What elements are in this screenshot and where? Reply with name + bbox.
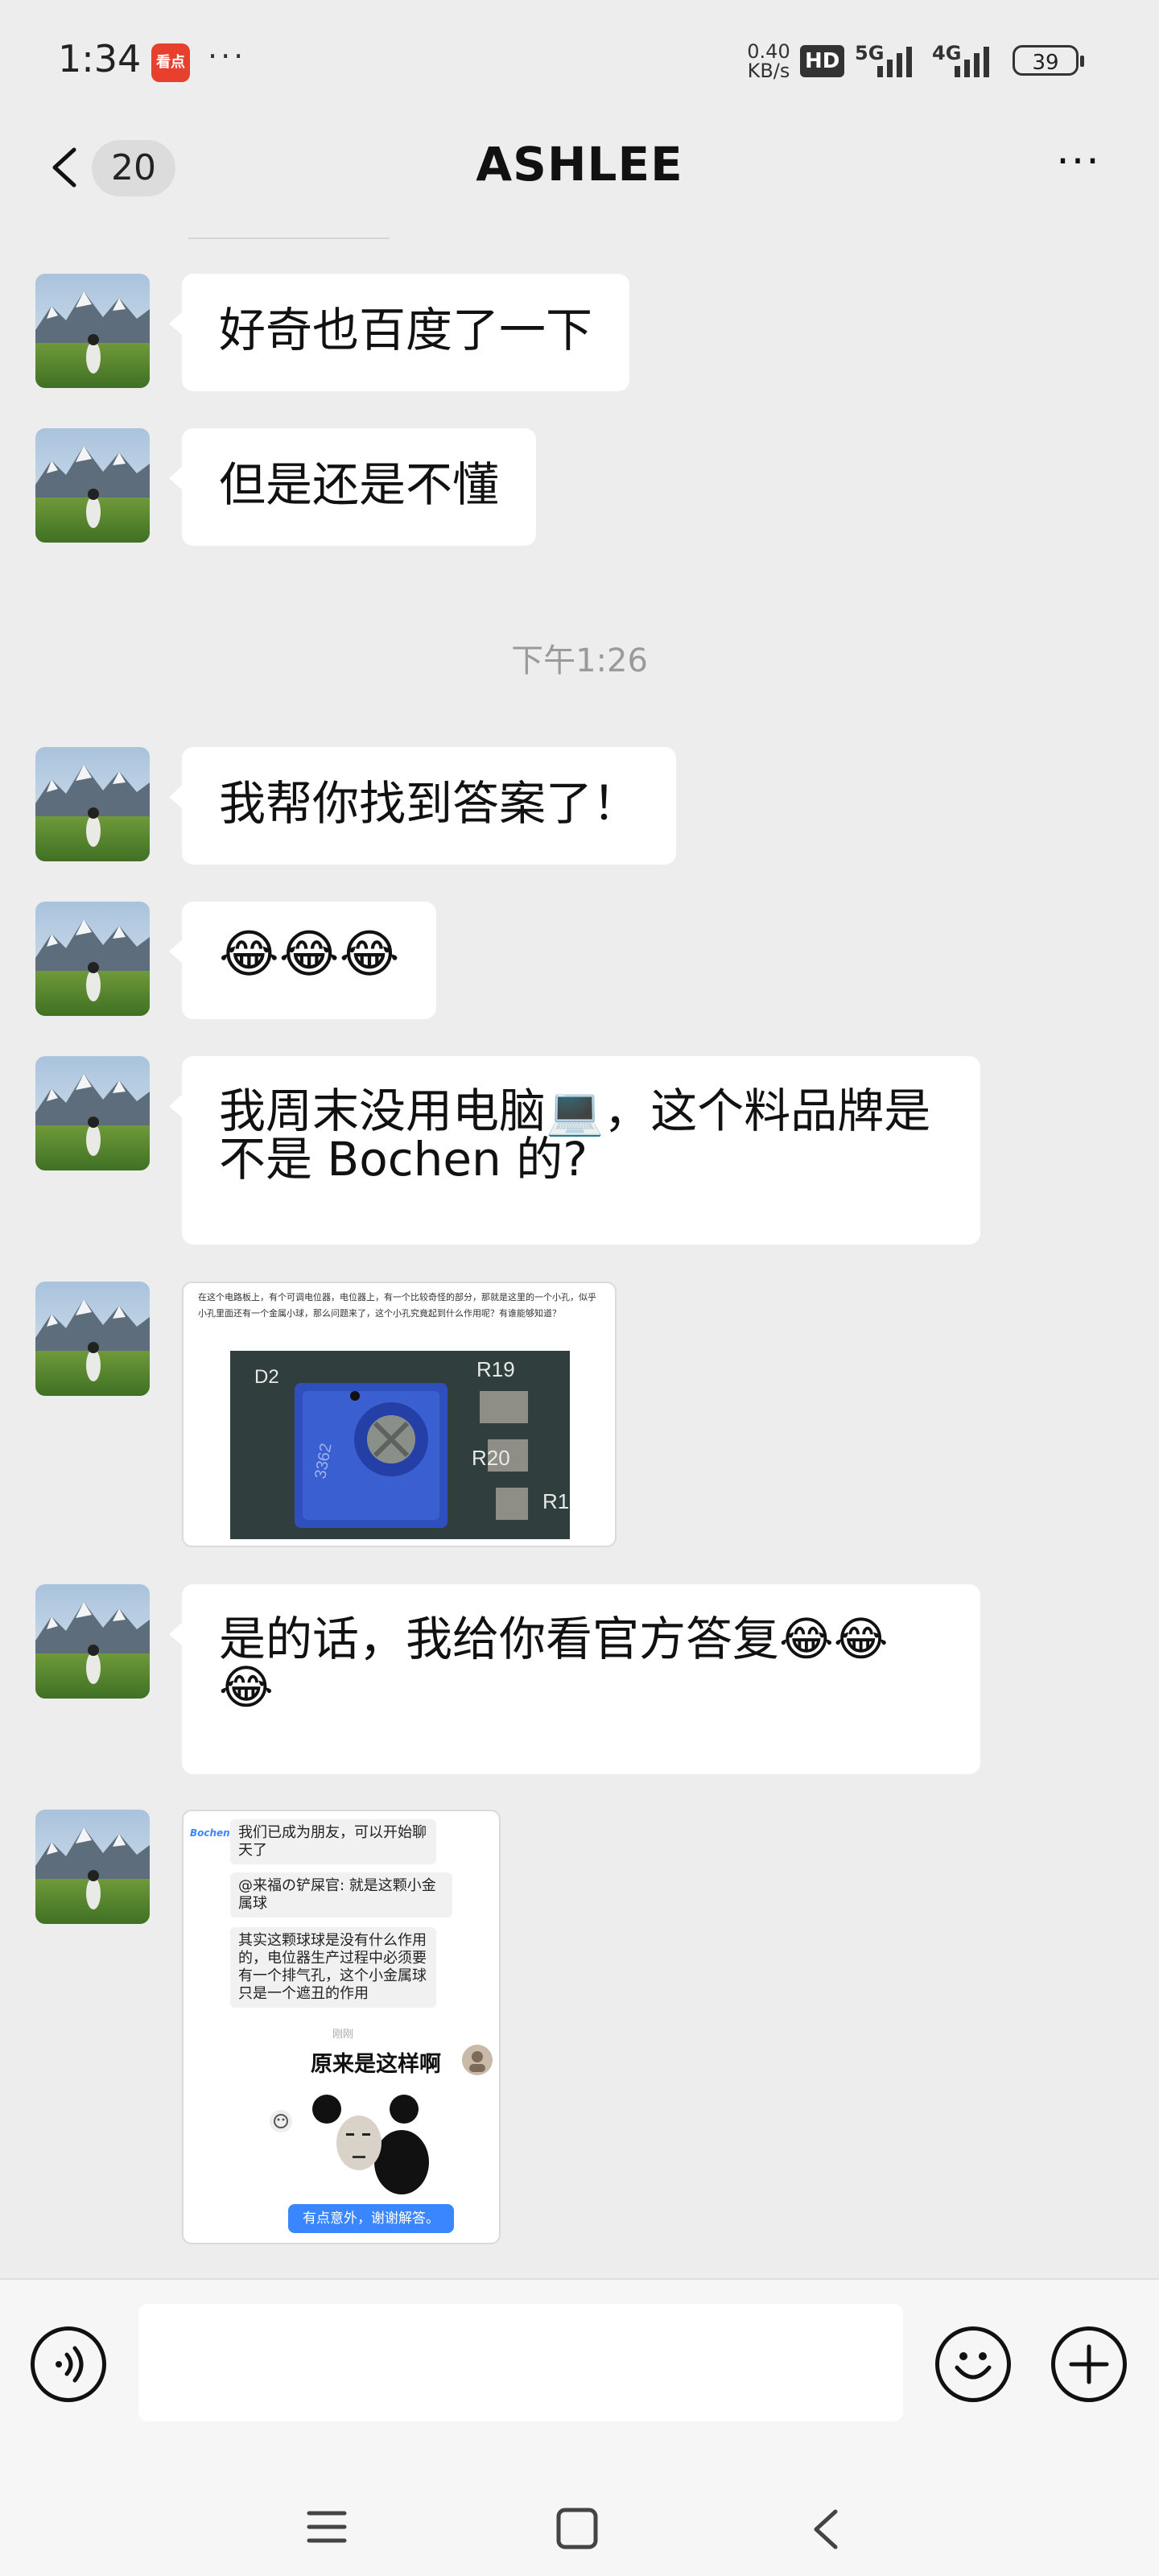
image-message[interactable]: 在这个电路板上，有个可调电位器，电位器上，有一个比较奇怪的部分，那就是这里的一个… [182,1282,617,1547]
menu-nav-icon[interactable] [306,2508,348,2545]
emoji-text: 😂😂😂 [219,925,400,985]
pcb-label-r20: R20 [472,1446,510,1470]
emoji-icon[interactable] [935,2326,1011,2402]
panda-meme-sticker [312,2095,429,2194]
message-text-line: 是的话，我给你看官方答复😂😂 [219,1612,889,1666]
user-avatar-icon [462,2045,493,2075]
message-bubble[interactable]: 但是还是不懂 [168,428,537,546]
contact-avatar[interactable] [35,428,150,543]
message-text: 我帮你找到答案了！ [219,776,640,831]
signal-4g-icon [955,43,989,77]
message-text: 好奇也百度了一下 [219,303,593,357]
chat-title: ASHLEE [476,137,683,192]
voice-icon[interactable] [31,2326,106,2402]
screenshot-time: 刚刚 [332,2029,353,2041]
message-bubble[interactable]: 😂😂😂 [168,902,437,1019]
message-text-line: 😂 [219,1660,274,1715]
contact-avatar[interactable] [35,1056,150,1170]
message-text: 但是还是不懂 [219,457,500,512]
pcb-label-d2: D2 [254,1366,279,1388]
screenshot-reply-text: 原来是这样啊 [311,2052,441,2077]
message-text-line: 不是 Bochen 的? [219,1132,588,1187]
contact-avatar[interactable] [35,1282,150,1396]
status-bar: 1:34 看点 ··· 0.40 KB/s HD 5G 4G 39 [0,0,1159,113]
screenshot-chat-bubble: @来福の铲屎官: 就是这颗小金属球 [230,1872,452,1918]
image-caption: 在这个电路板上，有个可调电位器，电位器上，有一个比较奇怪的部分，那就是这里的一个… [198,1292,596,1319]
divider [188,237,390,239]
message-timestamp: 下午1:26 [511,642,648,679]
network-speed: 0.40 KB/s [740,42,797,80]
network-speed-unit: KB/s [747,60,790,82]
input-bar [0,2278,1159,2449]
status-time: 1:34 [58,37,142,80]
signal-5g-icon [877,43,912,77]
message-input[interactable] [138,2304,903,2421]
contact-avatar[interactable] [35,747,150,861]
message-bubble[interactable]: 我周末没用电脑💻，这个料品牌是 不是 Bochen 的? [169,1056,980,1245]
battery-icon: 39 [1013,45,1084,76]
message-bubble[interactable]: 好奇也百度了一下 [168,274,630,391]
pcb-label-r1: R1 [542,1489,569,1513]
more-notifications-icon: ··· [208,39,247,74]
network-speed-value: 0.40 [747,40,790,63]
image-message[interactable]: Bochen 我们已成为朋友，可以开始聊天了 @来福の铲屎官: 就是这颗小金属球… [182,1810,501,2244]
brand-logo: Bochen [190,1827,230,1839]
back-nav-icon[interactable] [808,2507,843,2552]
contact-avatar[interactable] [35,274,150,388]
message-bubble[interactable]: 我帮你找到答案了！ [168,747,677,865]
plus-icon[interactable] [1051,2326,1127,2402]
more-icon[interactable]: ··· [1046,141,1111,190]
home-nav-icon[interactable] [555,2507,599,2550]
screenshot-chat-bubble: 我们已成为朋友，可以开始聊天了 [230,1819,436,1864]
chat-header: 20 ASHLEE ··· [0,113,1159,225]
contact-avatar[interactable] [35,1810,150,1924]
app-notification-icon: 看点 [151,43,190,82]
contact-avatar[interactable] [35,1584,150,1699]
hd-icon: HD [800,45,845,77]
screenshot-chat-bubble: 其实这颗球球是没有什么作用的，电位器生产过程中必须要有一个排气孔，这个小金属球只… [230,1927,436,2008]
message-text-line: 我周末没用电脑💻，这个料品牌是 [219,1084,931,1138]
system-nav-bar [0,2447,1159,2576]
contact-avatar[interactable] [35,902,150,1016]
pcb-label-r19: R19 [476,1357,515,1381]
message-bubble[interactable]: 是的话，我给你看官方答复😂😂 😂 [169,1584,980,1774]
emoji-reaction-icon [270,2110,292,2132]
potentiometer-photo: D2 R19 R20 R1 3362 [230,1351,570,1539]
screenshot-blue-button: 有点意外，谢谢解答。 [288,2204,454,2233]
